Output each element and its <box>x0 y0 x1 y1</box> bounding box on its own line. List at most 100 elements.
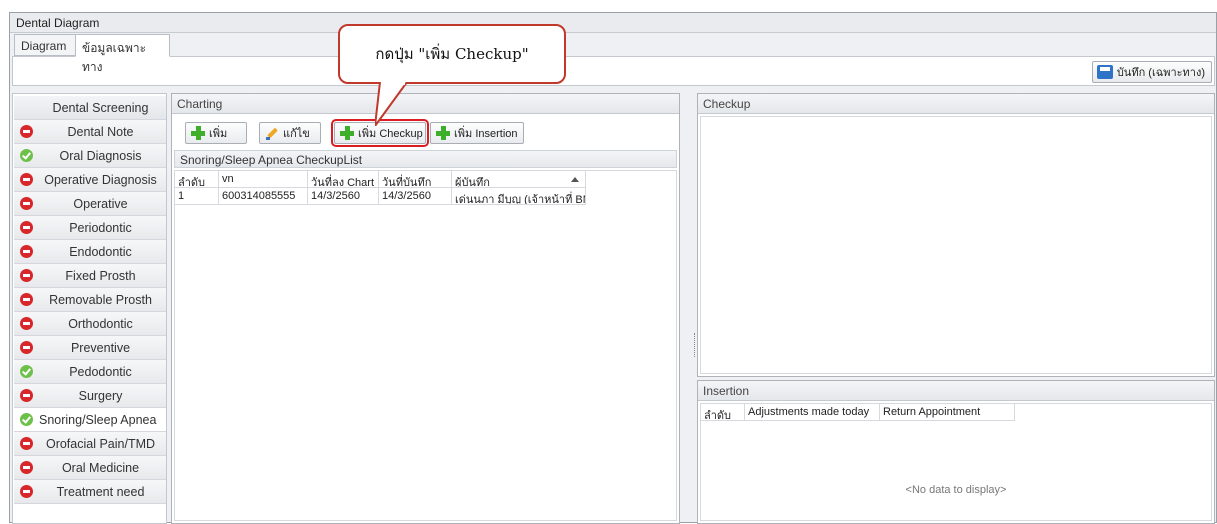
nav-item-label: Fixed Prosth <box>65 269 136 283</box>
pencil-icon <box>265 126 279 140</box>
column-header-chart-date[interactable]: วันที่ลง Chart <box>308 171 379 188</box>
cell-order: 1 <box>175 188 219 205</box>
edit-button-label: แก้ไข <box>283 128 310 140</box>
cell-record-date: 14/3/2560 <box>379 188 452 205</box>
checkup-panel: Checkup <box>697 93 1215 377</box>
nav-item-operative[interactable]: Operative <box>14 192 166 216</box>
tab-specialty-data[interactable]: ข้อมูลเฉพาะทาง <box>75 34 170 74</box>
status-error-icon <box>20 197 33 210</box>
cell-vn: 600314085555 <box>219 188 308 205</box>
plus-icon <box>340 126 354 140</box>
nav-item-label: Pedodontic <box>69 365 132 379</box>
nav-item-label: Dental Screening <box>52 101 149 115</box>
nav-item-label: Periodontic <box>69 221 132 235</box>
nav-item-orthodontic[interactable]: Orthodontic <box>14 312 166 336</box>
dental-diagram-window: Dental Diagram Diagram ข้อมูลเฉพาะทาง บั… <box>9 12 1217 524</box>
status-check-icon <box>20 365 33 378</box>
nav-item-label: Oral Diagnosis <box>59 149 142 163</box>
plus-icon <box>436 126 450 140</box>
column-header-return-appointment[interactable]: Return Appointment <box>880 404 1015 421</box>
status-error-icon <box>20 269 33 282</box>
insertion-panel: Insertion ลำดับ Adjustments made today R… <box>697 380 1215 524</box>
column-header-vn[interactable]: vn <box>219 171 308 188</box>
status-error-icon <box>20 125 33 138</box>
nav-item-oral-medicine[interactable]: Oral Medicine <box>14 456 166 480</box>
save-specialty-button[interactable]: บันทึก (เฉพาะทาง) <box>1091 61 1212 83</box>
add-button[interactable]: เพิ่ม <box>185 122 247 144</box>
nav-item-label: Endodontic <box>69 245 132 259</box>
status-check-icon <box>20 149 33 162</box>
charting-panel: Charting เพิ่ม แก้ไข เพิ่ม Checkup เพิ่ม… <box>171 93 680 524</box>
column-header-order[interactable]: ลำดับ <box>701 404 745 421</box>
tab-diagram[interactable]: Diagram <box>14 34 76 56</box>
floppy-disk-icon <box>1096 65 1113 79</box>
nav-item-periodontic[interactable]: Periodontic <box>14 216 166 240</box>
nav-item-label: Treatment need <box>56 485 145 499</box>
save-button-label: บันทึก (เฉพาะทาง) <box>1116 67 1205 79</box>
status-error-icon <box>20 341 33 354</box>
column-header-adjustments[interactable]: Adjustments made today <box>745 404 880 421</box>
status-error-icon <box>20 221 33 234</box>
specialty-nav: Dental Screening Dental Note Oral Diagno… <box>12 93 167 524</box>
nav-item-treatment-need[interactable]: Treatment need <box>14 480 166 504</box>
callout-pointer-icon <box>375 82 408 126</box>
nav-item-label: Surgery <box>78 389 123 403</box>
nav-item-pedodontic[interactable]: Pedodontic <box>14 360 166 384</box>
nav-item-label: Preventive <box>70 341 131 355</box>
status-error-icon <box>20 293 33 306</box>
sort-ascending-icon <box>571 177 579 182</box>
nav-item-operative-diagnosis[interactable]: Operative Diagnosis <box>14 168 166 192</box>
checkup-list-title: Snoring/Sleep Apnea CheckupList <box>174 150 677 168</box>
callout-text: กดปุ่ม "เพิ่ม Checkup" <box>375 45 529 63</box>
insertion-header: Insertion <box>698 381 1214 401</box>
panel-splitter[interactable] <box>694 333 696 357</box>
nav-item-orofacial-pain-tmd[interactable]: Orofacial Pain/TMD <box>14 432 166 456</box>
column-header-record-date[interactable]: วันที่บันทึก <box>379 171 452 188</box>
nav-item-preventive[interactable]: Preventive <box>14 336 166 360</box>
nav-item-removable-prosth[interactable]: Removable Prosth <box>14 288 166 312</box>
checkup-header: Checkup <box>698 94 1214 114</box>
status-error-icon <box>20 317 33 330</box>
add-checkup-button-label: เพิ่ม Checkup <box>358 128 423 140</box>
add-button-label: เพิ่ม <box>209 128 228 140</box>
nav-item-label: Removable Prosth <box>49 293 152 307</box>
column-header-order[interactable]: ลำดับ <box>175 171 219 188</box>
charting-header: Charting <box>172 94 679 114</box>
nav-item-label: Operative Diagnosis <box>44 173 157 187</box>
instruction-callout: กดปุ่ม "เพิ่ม Checkup" <box>338 24 566 84</box>
status-error-icon <box>20 245 33 258</box>
edit-button[interactable]: แก้ไข <box>259 122 321 144</box>
nav-item-label: Operative <box>73 197 128 211</box>
top-toolbar: บันทึก (เฉพาะทาง) <box>12 56 1215 86</box>
column-header-recorder-label: ผู้บันทึก <box>455 177 490 188</box>
status-error-icon <box>20 389 33 402</box>
nav-item-surgery[interactable]: Surgery <box>14 384 166 408</box>
cell-chart-date: 14/3/2560 <box>308 188 379 205</box>
nav-item-endodontic[interactable]: Endodontic <box>14 240 166 264</box>
status-error-icon <box>20 461 33 474</box>
nav-item-label: Orofacial Pain/TMD <box>45 437 156 451</box>
status-error-icon <box>20 173 33 186</box>
status-check-icon <box>20 413 33 426</box>
nav-item-dental-note[interactable]: Dental Note <box>14 120 166 144</box>
checkup-list-grid: ลำดับ vn วันที่ลง Chart วันที่บันทึก ผู้… <box>174 170 677 521</box>
empty-grid-message: <No data to display> <box>905 484 1007 496</box>
nav-item-label: Orthodontic <box>68 317 133 331</box>
add-insertion-button-label: เพิ่ม Insertion <box>454 128 518 140</box>
status-error-icon <box>20 485 33 498</box>
cell-recorder: เด่นนภา มีบุญ (เจ้าหน้าที่ BMS <box>452 188 586 205</box>
nav-item-dental-screening[interactable]: Dental Screening <box>14 96 166 120</box>
insertion-grid: ลำดับ Adjustments made today Return Appo… <box>700 403 1212 521</box>
nav-item-label: Oral Medicine <box>61 461 140 475</box>
nav-item-label: Dental Note <box>67 125 134 139</box>
nav-item-snoring-sleep-apnea[interactable]: Snoring/Sleep Apnea <box>14 408 166 432</box>
column-header-recorder[interactable]: ผู้บันทึก <box>452 171 586 188</box>
nav-item-fixed-prosth[interactable]: Fixed Prosth <box>14 264 166 288</box>
plus-icon <box>191 126 205 140</box>
window-title: Dental Diagram <box>10 13 1216 33</box>
add-insertion-button[interactable]: เพิ่ม Insertion <box>430 122 524 144</box>
checkup-detail-area <box>700 116 1212 374</box>
status-error-icon <box>20 437 33 450</box>
nav-item-label: Snoring/Sleep Apnea <box>39 413 157 427</box>
nav-item-oral-diagnosis[interactable]: Oral Diagnosis <box>14 144 166 168</box>
